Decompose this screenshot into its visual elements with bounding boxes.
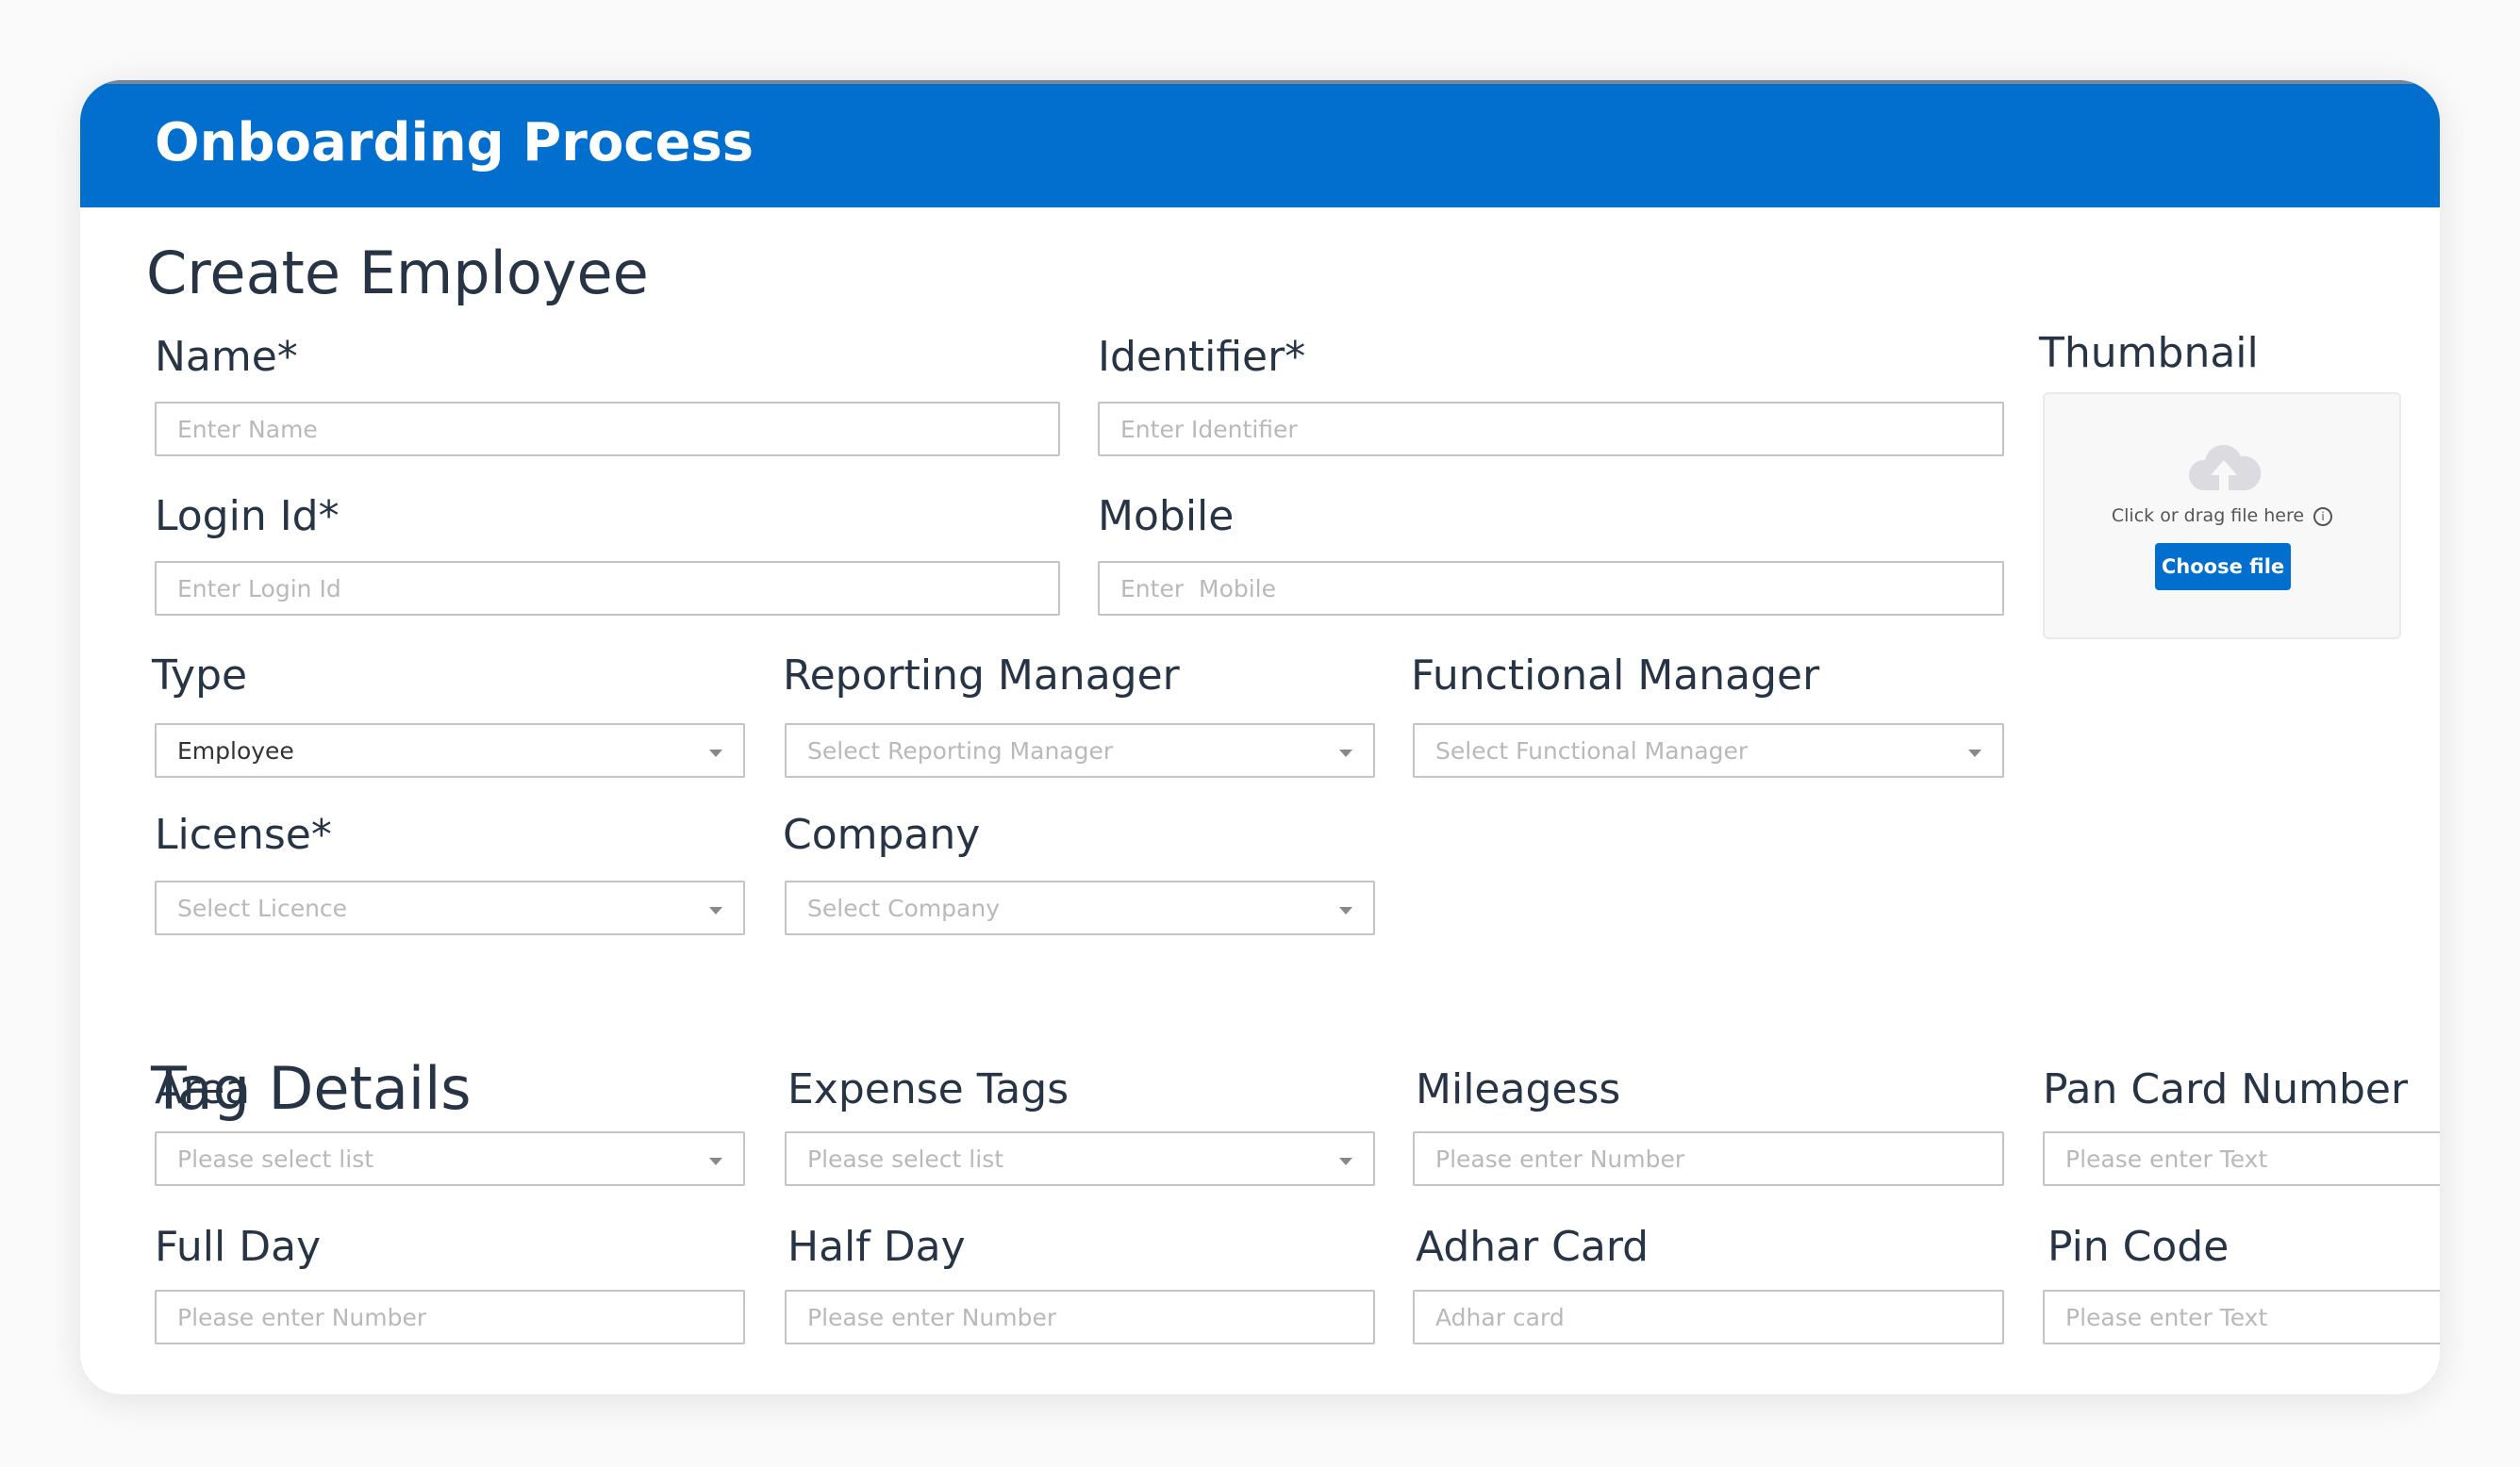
full-day-label: Full Day: [155, 1223, 322, 1271]
create-employee-title: Create Employee: [146, 239, 649, 307]
header-bar: Onboarding Process: [80, 80, 2440, 207]
reporting-manager-placeholder: Select Reporting Manager: [807, 736, 1114, 765]
functional-manager-label: Functional Manager: [1411, 651, 1820, 700]
header-title: Onboarding Process: [155, 112, 754, 173]
onboarding-card: Onboarding Process Create Employee Name*…: [80, 80, 2440, 1394]
name-input[interactable]: [157, 404, 1058, 454]
mileagess-label: Mileagess: [1416, 1065, 1621, 1113]
chevron-down-icon: [1339, 1158, 1352, 1165]
chevron-down-icon: [1968, 750, 1981, 757]
cloud-upload-icon: [2188, 444, 2262, 492]
login-id-label: Login Id*: [155, 492, 340, 540]
expense-tags-label: Expense Tags: [788, 1065, 1069, 1113]
mobile-input[interactable]: [1100, 563, 2002, 614]
thumbnail-hint-text: Click or drag file here: [2111, 505, 2305, 526]
thumbnail-dropzone[interactable]: Click or drag file here i Choose file: [2043, 392, 2401, 639]
full-day-input[interactable]: [157, 1292, 743, 1343]
pan-card-input[interactable]: [2045, 1133, 2440, 1184]
chevron-down-icon: [1339, 907, 1352, 915]
functional-manager-select[interactable]: Select Functional Manager: [1413, 723, 2004, 778]
company-label: Company: [783, 811, 981, 859]
pan-card-label: Pan Card Number: [2043, 1065, 2409, 1113]
area-placeholder: Please select list: [177, 1145, 374, 1173]
info-circle-icon[interactable]: i: [2313, 506, 2333, 526]
area-select[interactable]: Please select list: [155, 1131, 745, 1186]
mobile-field[interactable]: [1098, 561, 2004, 616]
reporting-manager-label: Reporting Manager: [783, 651, 1180, 700]
identifier-input[interactable]: [1100, 404, 2002, 454]
type-label: Type: [152, 651, 248, 700]
chevron-down-icon: [709, 750, 722, 757]
thumbnail-hint: Click or drag file here i: [2045, 505, 2399, 526]
full-day-field[interactable]: [155, 1290, 745, 1344]
login-id-input[interactable]: [157, 563, 1058, 614]
login-id-field[interactable]: [155, 561, 1060, 616]
adhar-card-label: Adhar Card: [1416, 1223, 1650, 1271]
expense-tags-select[interactable]: Please select list: [785, 1131, 1375, 1186]
name-label: Name*: [155, 333, 298, 381]
pan-card-field[interactable]: [2043, 1131, 2440, 1186]
license-label: License*: [155, 811, 332, 859]
company-select[interactable]: Select Company: [785, 881, 1375, 935]
half-day-label: Half Day: [788, 1223, 966, 1271]
expense-tags-placeholder: Please select list: [807, 1145, 1004, 1173]
chevron-down-icon: [1339, 750, 1352, 757]
chevron-down-icon: [709, 907, 722, 915]
mileagess-field[interactable]: [1413, 1131, 2004, 1186]
reporting-manager-select[interactable]: Select Reporting Manager: [785, 723, 1375, 778]
chevron-down-icon: [709, 1158, 722, 1165]
pin-code-label: Pin Code: [2048, 1223, 2230, 1271]
license-placeholder: Select Licence: [177, 894, 348, 922]
mobile-label: Mobile: [1098, 492, 1235, 540]
identifier-field[interactable]: [1098, 402, 2004, 456]
pin-code-input[interactable]: [2045, 1292, 2440, 1343]
mileagess-input[interactable]: [1415, 1133, 2002, 1184]
functional-manager-placeholder: Select Functional Manager: [1435, 736, 1749, 765]
identifier-label: Identifier*: [1098, 333, 1306, 381]
pin-code-field[interactable]: [2043, 1290, 2440, 1344]
adhar-card-field[interactable]: [1413, 1290, 2004, 1344]
half-day-field[interactable]: [785, 1290, 1375, 1344]
area-label: Area: [155, 1065, 251, 1113]
adhar-card-input[interactable]: [1415, 1292, 2002, 1343]
thumbnail-label: Thumbnail: [2039, 329, 2259, 377]
name-field[interactable]: [155, 402, 1060, 456]
type-select[interactable]: Employee: [155, 723, 745, 778]
type-value: Employee: [177, 736, 294, 765]
choose-file-button[interactable]: Choose file: [2155, 543, 2291, 590]
license-select[interactable]: Select Licence: [155, 881, 745, 935]
half-day-input[interactable]: [787, 1292, 1373, 1343]
company-placeholder: Select Company: [807, 894, 1001, 922]
